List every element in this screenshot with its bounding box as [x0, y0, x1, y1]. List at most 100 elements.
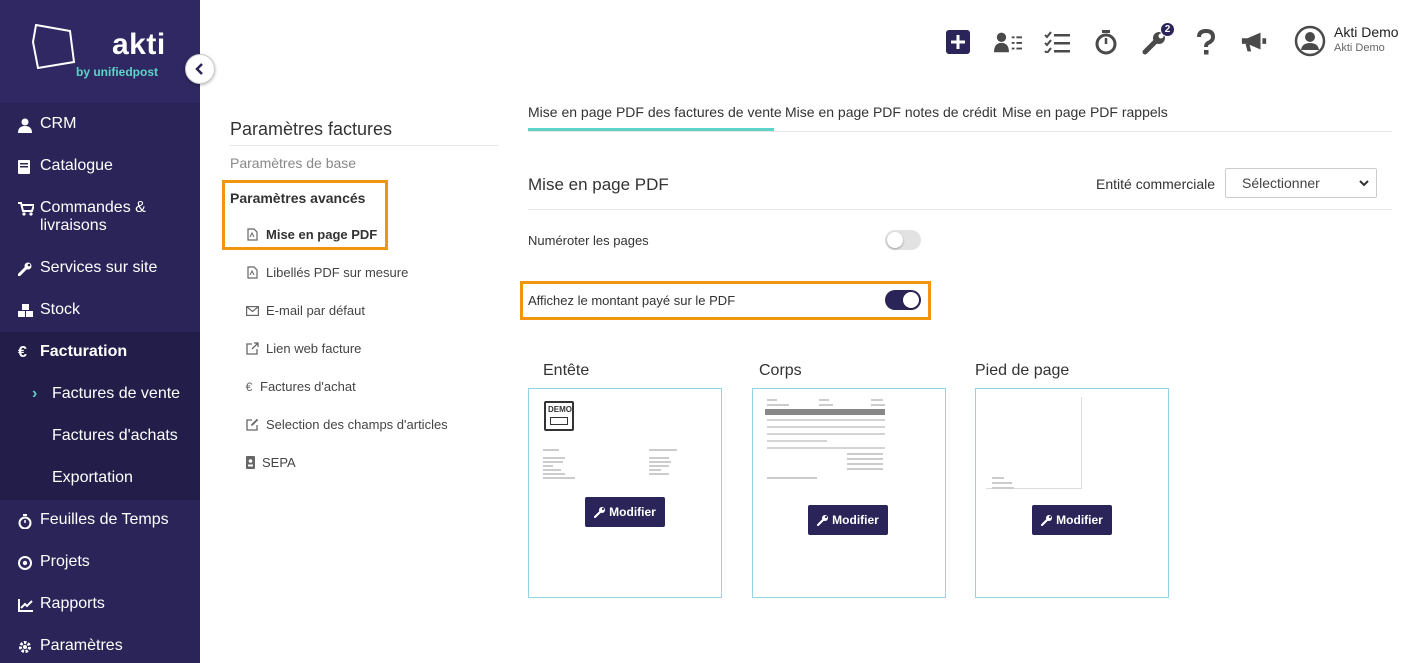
chevron-right-icon: › [32, 385, 38, 402]
corps-preview-card[interactable]: Modifier [752, 388, 946, 598]
file-pdf-icon [244, 228, 260, 242]
sidebar-sub-factures-vente[interactable]: › Factures de vente [0, 385, 200, 403]
file-pdf-icon [244, 266, 260, 280]
edit-icon [244, 418, 260, 432]
wrench-icon [1041, 515, 1053, 526]
wrench-icon [817, 515, 829, 526]
demo-logo-icon: DEMO [544, 401, 574, 431]
announcements-button[interactable] [1240, 28, 1268, 56]
sidebar-label: CRM [40, 115, 77, 132]
button-label: Modifier [832, 513, 879, 527]
sidebar-sub-exportation[interactable]: Exportation [0, 469, 200, 487]
settings-item-label: Selection des champs d'articles [266, 417, 448, 432]
user-company: Akti Demo [1334, 42, 1385, 54]
settings-item-mise-en-page[interactable]: Mise en page PDF [244, 227, 377, 242]
settings-item-label: Libellés PDF sur mesure [266, 265, 409, 280]
sidebar-sub-label: Exportation [52, 469, 133, 486]
tab-notes-credit[interactable]: Mise en page PDF notes de crédit [785, 104, 997, 120]
settings-item-label: Lien web facture [266, 341, 362, 356]
sidebar-item-catalogue[interactable]: Catalogue [0, 157, 200, 177]
help-button[interactable] [1192, 28, 1220, 56]
sidebar-item-commandes[interactable]: Commandes & livraisons [0, 199, 200, 235]
sidebar-item-feuilles[interactable]: Feuilles de Temps [0, 511, 200, 531]
brand-sub: by unifiedpost [76, 65, 158, 79]
montant-paye-toggle[interactable] [885, 290, 921, 310]
sidebar-item-rapports[interactable]: Rapports [0, 595, 200, 615]
sidebar-item-projets[interactable]: Projets [0, 553, 200, 573]
sidebar-sub-factures-achats[interactable]: Factures d'achats [0, 427, 200, 445]
tasks-button[interactable] [1043, 28, 1071, 56]
tab-factures-vente[interactable]: Mise en page PDF des factures de vente [528, 104, 782, 120]
sidebar-label: Catalogue [40, 157, 113, 174]
toggle-knob [903, 292, 919, 308]
card-title-corps: Corps [759, 362, 802, 379]
sidebar-label: Facturation [40, 343, 128, 360]
settings-item-libelles[interactable]: Libellés PDF sur mesure [244, 265, 408, 280]
page-preview [986, 397, 1082, 489]
gear-icon [18, 637, 40, 657]
wrench-icon [18, 259, 40, 279]
settings-item-label: SEPA [262, 455, 296, 470]
settings-item-factures-achat[interactable]: € Factures d'achat [244, 379, 356, 394]
add-button[interactable] [944, 28, 972, 56]
tools-button[interactable]: 2 [1141, 22, 1175, 56]
numeroter-toggle[interactable] [885, 230, 921, 250]
modifier-corps-button[interactable]: Modifier [808, 505, 888, 535]
sidebar-item-facturation[interactable]: € Facturation [0, 343, 200, 363]
tab-rappels[interactable]: Mise en page PDF rappels [1002, 104, 1168, 120]
sidebar: akti by unifiedpost CRM Catalogue Comman… [0, 0, 200, 663]
plus-square-icon [946, 30, 970, 54]
book-icon [18, 157, 40, 177]
chart-icon [18, 595, 40, 615]
modifier-pied-button[interactable]: Modifier [1032, 505, 1112, 535]
logo-area: akti by unifiedpost [0, 0, 200, 103]
sidebar-item-services[interactable]: Services sur site [0, 259, 200, 279]
user-name[interactable]: Akti Demo [1334, 24, 1399, 40]
settings-item-lien-web[interactable]: Lien web facture [244, 341, 361, 356]
sidebar-label: Commandes & livraisons [40, 199, 146, 234]
megaphone-icon [1241, 32, 1267, 52]
sidebar-label: Services sur site [40, 259, 158, 276]
cubes-icon [18, 301, 40, 321]
settings-item-label: Factures d'achat [260, 379, 356, 394]
stopwatch-icon [18, 511, 40, 531]
card-title-entete: Entête [543, 362, 590, 379]
user-avatar[interactable] [1294, 25, 1326, 57]
modifier-entete-button[interactable]: Modifier [585, 497, 665, 527]
target-icon [18, 553, 40, 573]
settings-item-sepa[interactable]: SEPA [244, 455, 296, 470]
entete-preview-card[interactable]: DEMO Modifier [528, 388, 722, 598]
question-icon [1197, 29, 1216, 55]
sidebar-item-crm[interactable]: CRM [0, 115, 200, 135]
id-badge-icon [244, 456, 256, 470]
user-list-icon [994, 32, 1022, 53]
sidebar-label: Rapports [40, 595, 105, 612]
select-value: Sélectionner [1242, 175, 1320, 191]
settings-base-link[interactable]: Paramètres de base [230, 155, 356, 171]
stopwatch-icon [1095, 30, 1117, 55]
timer-button[interactable] [1092, 28, 1120, 56]
sidebar-item-stock[interactable]: Stock [0, 301, 200, 321]
settings-item-label: Mise en page PDF [266, 227, 378, 242]
sidebar-item-parametres[interactable]: Paramètres [0, 637, 200, 657]
entite-label: Entité commerciale [1096, 176, 1216, 192]
chevron-down-icon [1359, 180, 1369, 187]
sidebar-sub-label: Factures de vente [52, 385, 181, 402]
collapse-sidebar-button[interactable] [185, 54, 215, 84]
sidebar-label: Feuilles de Temps [40, 511, 169, 528]
external-link-icon [244, 342, 260, 356]
card-title-pied: Pied de page [975, 362, 1070, 379]
numeroter-label: Numéroter les pages [528, 233, 649, 248]
cart-icon [18, 199, 40, 219]
entite-select[interactable]: Sélectionner [1225, 168, 1377, 198]
contacts-button[interactable] [994, 28, 1022, 56]
tabs-divider [528, 131, 1392, 132]
settings-item-label: E-mail par défaut [266, 303, 365, 318]
pied-preview-card[interactable]: Modifier [975, 388, 1169, 598]
settings-item-email[interactable]: E-mail par défaut [244, 303, 365, 318]
divider [528, 209, 1392, 210]
brand-name: akti [112, 28, 166, 61]
settings-item-selection-champs[interactable]: Selection des champs d'articles [244, 417, 448, 432]
montant-paye-label: Affichez le montant payé sur le PDF [528, 293, 736, 308]
notification-badge: 2 [1160, 22, 1175, 37]
